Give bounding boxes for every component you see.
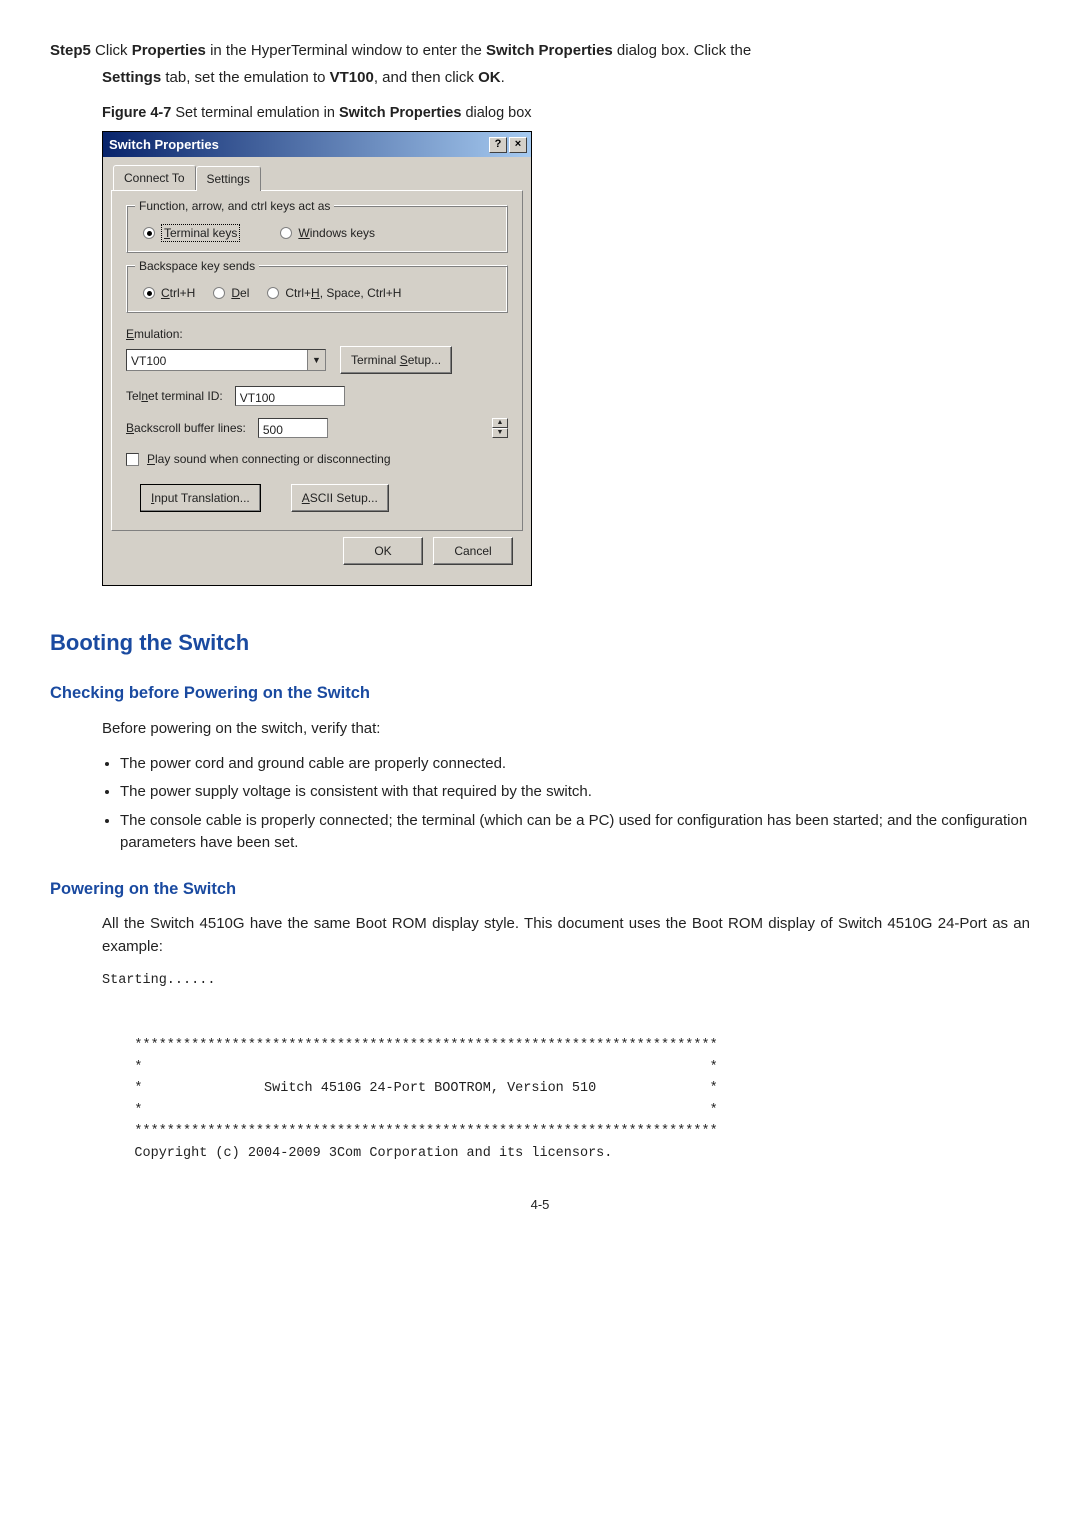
radio-dot-icon (143, 287, 155, 299)
subsection-powering: Powering on the Switch (50, 877, 1030, 902)
radio-row: Terminal keys Windows keys (139, 224, 495, 242)
radio-terminal-keys[interactable]: Terminal keys (143, 224, 240, 242)
dropdown-icon[interactable]: ▼ (307, 350, 325, 370)
telnet-id-input[interactable]: VT100 (235, 386, 345, 406)
page-number: 4-5 (50, 1195, 1030, 1215)
radio-ctrl-h-space[interactable]: Ctrl+H, Space, Ctrl+H (267, 284, 401, 302)
subsection-checking: Checking before Powering on the Switch (50, 681, 1030, 706)
play-sound-label: Play sound when connecting or disconnect… (147, 450, 391, 468)
telnet-label: Telnet terminal ID: (126, 387, 223, 405)
t: Settings (102, 69, 161, 86)
emulation-value: VT100 (127, 350, 307, 370)
inner-button-row: Input Translation... ASCII Setup... (126, 484, 508, 512)
spinner-buttons: ▲ ▼ (492, 418, 508, 438)
tab-bar: Connect To Settings (113, 165, 523, 190)
figure-caption: Figure 4-7 Set terminal emulation in Swi… (102, 103, 1030, 125)
t: tab, set the emulation to (161, 69, 329, 86)
spin-down-icon[interactable]: ▼ (492, 428, 508, 438)
terminal-setup-button[interactable]: Terminal Setup... (340, 346, 452, 374)
t: VT100 (330, 69, 374, 86)
list-item: The power supply voltage is consistent w… (120, 781, 1030, 804)
t: Click (95, 42, 132, 59)
close-button[interactable]: × (509, 137, 527, 153)
cancel-button[interactable]: Cancel (433, 537, 513, 565)
list-item: The console cable is properly connected;… (120, 810, 1030, 855)
t: dialog box (461, 105, 531, 121)
play-sound-row: Play sound when connecting or disconnect… (126, 450, 508, 468)
step5-line2: Settings tab, set the emulation to VT100… (102, 67, 1030, 90)
radio-label: Ctrl+H (161, 284, 195, 302)
function-keys-group: Function, arrow, and ctrl keys act as Te… (126, 205, 508, 253)
t: , and then click (374, 69, 478, 86)
radio-dot-icon (267, 287, 279, 299)
tab-settings[interactable]: Settings (196, 166, 261, 191)
dialog-title: Switch Properties (109, 135, 487, 155)
powering-text: All the Switch 4510G have the same Boot … (102, 913, 1030, 958)
backscroll-row: Backscroll buffer lines: 500 ▲ ▼ (126, 418, 508, 438)
list-item: The power cord and ground cable are prop… (120, 753, 1030, 776)
radio-dot-icon (280, 227, 292, 239)
emulation-label: Emulation: (126, 325, 508, 343)
input-translation-button[interactable]: Input Translation... (140, 484, 261, 512)
t: Switch Properties (339, 105, 461, 121)
group-title: Backspace key sends (135, 257, 259, 275)
radio-dot-icon (213, 287, 225, 299)
radio-dot-icon (143, 227, 155, 239)
settings-panel: Function, arrow, and ctrl keys act as Te… (111, 190, 523, 531)
ascii-setup-button[interactable]: ASCII Setup... (291, 484, 389, 512)
emulation-row: VT100 ▼ Terminal Setup... (126, 346, 508, 374)
radio-row: Ctrl+H Del Ctrl+H, Space, Ctrl+H (139, 284, 495, 302)
radio-label: Windows keys (298, 224, 375, 242)
backscroll-label: Backscroll buffer lines: (126, 419, 246, 437)
radio-label: Del (231, 284, 249, 302)
radio-windows-keys[interactable]: Windows keys (280, 224, 375, 242)
t: . (501, 69, 505, 86)
backscroll-input[interactable]: 500 (258, 418, 328, 438)
section-heading: Booting the Switch (50, 626, 1030, 659)
dialog-titlebar: Switch Properties ? × (103, 132, 531, 158)
switch-properties-dialog: Switch Properties ? × Connect To Setting… (102, 131, 532, 587)
verify-bullets: The power cord and ground cable are prop… (120, 753, 1030, 855)
step-label: Step5 (50, 42, 91, 59)
spin-up-icon[interactable]: ▲ (492, 418, 508, 428)
t: Set terminal emulation in (175, 105, 339, 121)
tabs-area: Connect To Settings Function, arrow, and… (103, 157, 531, 583)
group-title: Function, arrow, and ctrl keys act as (135, 197, 334, 215)
tab-connect-to[interactable]: Connect To (113, 165, 196, 190)
step5-line1: Step5 Click Properties in the HyperTermi… (50, 40, 1030, 63)
t: Figure 4-7 (102, 105, 175, 121)
t: dialog box. Click the (613, 42, 751, 59)
t: Properties (132, 42, 206, 59)
radio-ctrl-h[interactable]: Ctrl+H (143, 284, 195, 302)
backscroll-spinner: 500 (258, 418, 328, 438)
t: in the HyperTerminal window to enter the (206, 42, 486, 59)
radio-del[interactable]: Del (213, 284, 249, 302)
emulation-select[interactable]: VT100 ▼ (126, 349, 326, 371)
radio-label: Ctrl+H, Space, Ctrl+H (285, 284, 401, 302)
ok-button[interactable]: OK (343, 537, 423, 565)
dialog-bottom-buttons: OK Cancel (111, 531, 523, 575)
telnet-row: Telnet terminal ID: VT100 (126, 386, 508, 406)
boot-output: Starting...... *************************… (102, 970, 1030, 1164)
t: OK (478, 69, 501, 86)
play-sound-checkbox[interactable] (126, 453, 139, 466)
backspace-group: Backspace key sends Ctrl+H Del Ctrl+H, S… (126, 265, 508, 313)
verify-text: Before powering on the switch, verify th… (102, 718, 1030, 741)
help-button[interactable]: ? (489, 137, 507, 153)
t: Switch Properties (486, 42, 613, 59)
emulation-field: Emulation: VT100 ▼ Terminal Setup... (126, 325, 508, 374)
radio-label: Terminal keys (161, 224, 240, 242)
